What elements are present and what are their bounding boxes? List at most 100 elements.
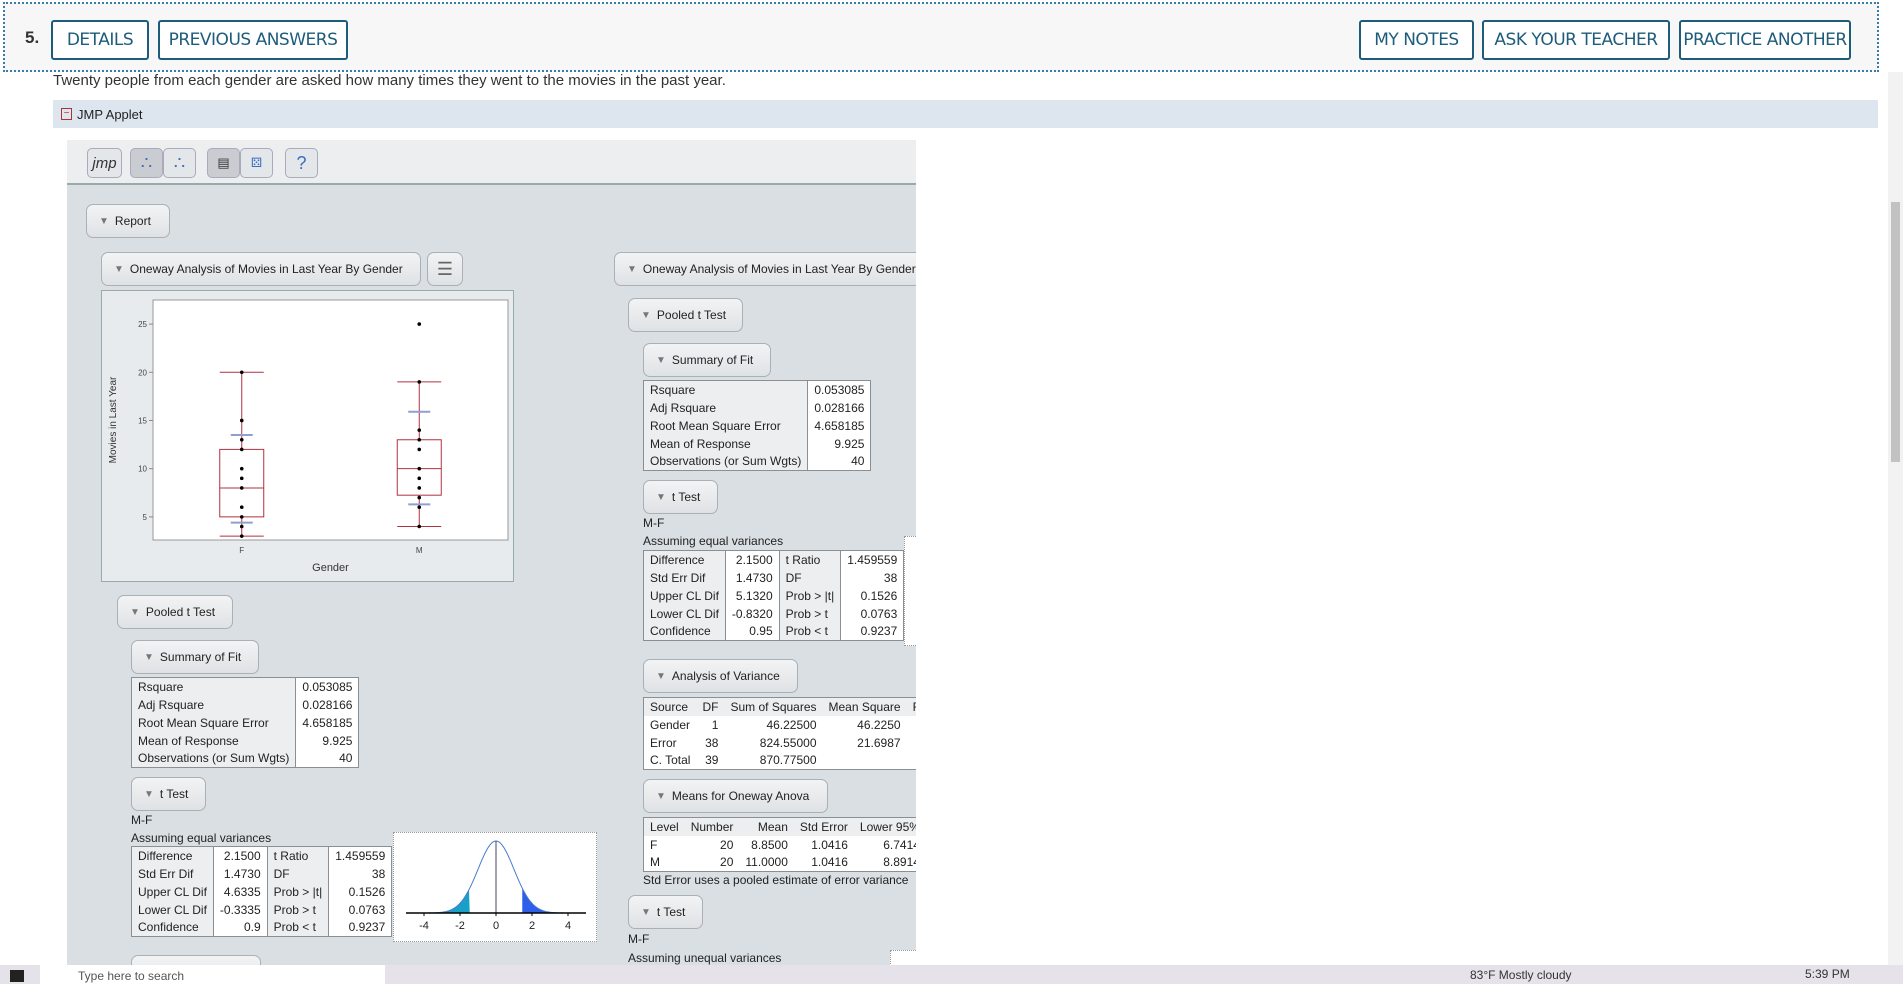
header-cell: Source: [650, 699, 689, 714]
table-row: M2011.00001.04168.8914: [643, 853, 916, 872]
table-cell: Prob < t: [778, 622, 841, 641]
summary-of-fit-toggle-right[interactable]: ▼ Summary of Fit: [643, 343, 771, 377]
report-toggle[interactable]: ▼ Report: [86, 204, 170, 238]
t-test-table-left: Difference 2.1500 t Ratio 1.459559 Std Err D…: [131, 846, 393, 937]
comparison-label: M-F: [131, 813, 153, 827]
label: Pooled t Test: [145, 605, 216, 619]
data-point: [239, 534, 244, 538]
table-cell: 0.9: [212, 918, 268, 937]
x-tick-label: 2: [529, 920, 535, 932]
data-point: [417, 447, 422, 452]
table-cell: [906, 751, 916, 770]
label: t Test: [656, 905, 686, 919]
oneway-toggle-left[interactable]: ▼ Oneway Analysis of Movies in Last Year …: [101, 252, 421, 286]
data-point: [417, 505, 422, 510]
y-tick-label: 25: [138, 320, 147, 329]
table-cell: [822, 751, 907, 770]
help-button[interactable]: ?: [285, 148, 318, 178]
previous-answers-button[interactable]: PREVIOUS ANSWERS: [158, 20, 348, 60]
assumption-label: Assuming equal variances: [131, 831, 272, 845]
table-row: Difference 2.1500 t Ratio 1.459559: [132, 846, 392, 865]
t-test-toggle-right[interactable]: ▼ t Test: [643, 480, 718, 514]
summary-of-fit-toggle-left[interactable]: ▼ Summary of Fit: [131, 640, 259, 674]
table-row: Gender 1 46.22500 46.2250: [643, 715, 916, 734]
header-cell: Std Error: [799, 819, 848, 834]
page-scrollbar[interactable]: [1888, 72, 1903, 965]
data-point: [417, 380, 422, 384]
t-test-unequal-toggle[interactable]: ▼ t Test: [628, 895, 703, 929]
table-row: Confidence 0.9 Prob < t 0.9237: [132, 918, 392, 937]
taskbar-search[interactable]: Type here to search: [40, 965, 385, 984]
table-cell: Confidence: [650, 624, 711, 639]
disclosure-icon: ▼: [130, 606, 140, 618]
my-notes-button[interactable]: MY NOTES: [1359, 20, 1474, 60]
table-cell: Upper CL Dif: [650, 588, 719, 603]
pooled-t-test-toggle-left[interactable]: ▼ Pooled t Test: [117, 595, 233, 629]
table-cell: t Ratio: [778, 550, 841, 569]
jmp-applet-bar[interactable]: − JMP Applet: [53, 100, 1878, 128]
table-row: Rsquare 0.053085: [132, 677, 359, 696]
table-cell: C. Total: [643, 751, 697, 770]
table-cell: Error: [643, 733, 697, 752]
table-cell: Lower CL Dif: [138, 902, 207, 917]
header-cell: DF: [702, 699, 719, 714]
table-row: Lower CL Dif -0.8320 Prob > t 0.0763: [644, 604, 904, 623]
table-cell: 38: [840, 568, 904, 587]
table-cell: Mean of Response: [650, 436, 751, 451]
practice-another-button[interactable]: PRACTICE ANOTHER: [1679, 20, 1851, 60]
summary-of-fit-table-left: Rsquare 0.053085 Adj Rsquare 0.028166 Root M…: [131, 677, 360, 768]
label: Analysis of Variance: [671, 669, 780, 683]
clock[interactable]: 5:39 PM: [1805, 967, 1850, 981]
table-cell: 8.8500: [739, 835, 794, 854]
means-note: Std Error uses a pooled estimate of erro…: [643, 873, 909, 887]
weather[interactable]: 83°F Mostly cloudy: [1470, 968, 1572, 982]
applet-title: JMP Applet: [77, 106, 143, 122]
label: t Test: [159, 787, 189, 801]
data-point: [239, 447, 244, 452]
table-cell: 5.1320: [724, 586, 780, 605]
table-row: Adj Rsquare 0.028166: [644, 398, 871, 417]
table-cell: Gender: [643, 715, 697, 734]
table-row: Mean of Response 9.925: [132, 731, 359, 750]
table-row: Mean of Response 9.925: [644, 434, 871, 453]
header-cell: Number: [690, 819, 734, 834]
table-cell: Root Mean Square Error: [138, 715, 269, 730]
oneway-toggle-right[interactable]: ▼ Oneway Analysis of Movies in Last Year …: [614, 252, 916, 286]
table-cell: 2.1500: [212, 846, 268, 865]
jmp-logo-button[interactable]: jmp: [87, 148, 122, 178]
table-row: Root Mean Square Error 4.658185: [644, 416, 871, 435]
t-test-toggle-left[interactable]: ▼ t Test: [131, 777, 206, 811]
data-point: [239, 476, 244, 481]
data-point: [417, 428, 422, 432]
points-jitter-icon[interactable]: ∴: [163, 148, 196, 178]
table-cell: 46.22500: [724, 715, 823, 734]
disclosure-icon: ▼: [656, 670, 666, 682]
table-cell: 0.95: [724, 622, 780, 641]
table-cell: Prob > |t|: [266, 882, 329, 901]
right-tail-area: [522, 888, 586, 913]
pooled-t-test-toggle-right[interactable]: ▼ Pooled t Test: [628, 298, 743, 332]
menu-icon[interactable]: ☰: [427, 252, 463, 286]
points-icon[interactable]: ∴: [130, 148, 163, 178]
graph-view-icon[interactable]: ⚄: [240, 148, 273, 178]
table-cell: 40: [807, 452, 871, 471]
details-button[interactable]: DETAILS: [51, 20, 149, 60]
table-cell: Observations (or Sum Wgts): [650, 454, 802, 469]
table-cell: 1: [696, 715, 725, 734]
table-cell: 0.1526: [840, 586, 904, 605]
report-view-icon[interactable]: ▤: [207, 148, 240, 178]
data-point: [239, 486, 244, 490]
collapse-icon[interactable]: −: [61, 108, 72, 120]
means-oneway-anova-toggle[interactable]: ▼ Means for Oneway Anova: [643, 779, 828, 813]
boxplot-chart: 5 10 15 20 25 Movies in Last Year Gender F M: [108, 299, 509, 574]
disclosure-icon: ▼: [656, 491, 666, 503]
table-cell: Prob > t: [778, 604, 841, 623]
windows-start-icon[interactable]: [10, 970, 24, 982]
table-cell: Prob > t: [266, 900, 329, 919]
ask-your-teacher-button[interactable]: ASK YOUR TEACHER: [1482, 20, 1670, 60]
table-cell: Std Err Dif: [138, 866, 194, 881]
data-point: [239, 437, 244, 442]
table-row: Difference 2.1500 t Ratio 1.459559: [644, 550, 904, 569]
analysis-of-variance-toggle[interactable]: ▼ Analysis of Variance: [643, 659, 798, 693]
jmp-applet: jmp ∴ ∴ ▤ ⚄ ? ▼ Report ▼ Oneway Analysis o…: [67, 140, 916, 970]
